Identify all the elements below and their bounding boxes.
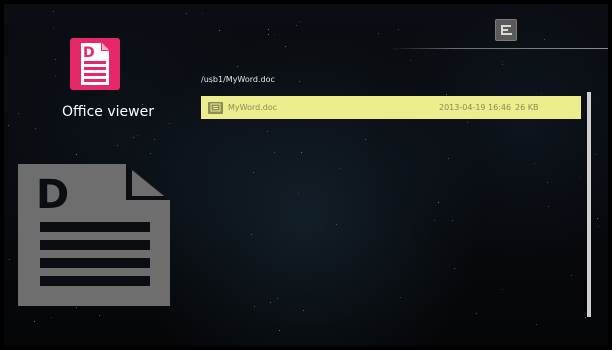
star — [133, 137, 134, 138]
star — [303, 310, 304, 311]
star — [267, 131, 268, 132]
star — [579, 177, 580, 178]
star — [336, 224, 337, 225]
star — [502, 61, 503, 62]
star — [467, 122, 468, 123]
star — [279, 330, 280, 331]
star — [548, 206, 549, 207]
file-name: MyWord.doc — [228, 103, 278, 112]
star — [502, 289, 503, 290]
screen: D Office viewer D /usb1/MyWord.doc MyWor… — [4, 4, 608, 346]
star — [340, 168, 341, 169]
document-icon: D — [81, 43, 109, 85]
star — [117, 145, 118, 146]
top-divider — [389, 48, 608, 49]
star — [268, 34, 269, 35]
star — [298, 193, 299, 194]
star — [446, 94, 447, 95]
star — [150, 153, 151, 154]
star — [534, 163, 535, 164]
star — [169, 123, 170, 124]
document-preview: D — [18, 164, 170, 306]
svg-text:D: D — [36, 172, 69, 218]
star — [9, 259, 10, 260]
star — [202, 13, 203, 14]
star — [274, 152, 275, 153]
app-title: Office viewer — [62, 104, 154, 120]
star — [296, 25, 297, 26]
current-path: /usb1/MyWord.doc — [201, 75, 275, 84]
star — [274, 34, 275, 35]
star — [410, 60, 411, 61]
star — [395, 49, 396, 50]
star — [253, 172, 254, 173]
svg-text:D: D — [83, 45, 95, 61]
star — [251, 234, 252, 235]
file-size: 26 KB — [515, 103, 539, 112]
star — [299, 81, 300, 82]
star — [76, 307, 77, 308]
star — [268, 29, 269, 30]
star — [137, 135, 138, 136]
star — [438, 202, 439, 203]
star — [544, 39, 545, 40]
file-row[interactable]: MyWord.doc 2013-04-19 16:46 26 KB — [201, 96, 581, 119]
star — [34, 321, 35, 322]
star — [277, 298, 278, 299]
star — [285, 46, 286, 47]
star — [53, 27, 54, 28]
menu-icon — [501, 25, 512, 35]
star — [598, 226, 599, 227]
star — [301, 152, 302, 153]
star — [378, 33, 379, 34]
star — [536, 324, 537, 325]
star — [53, 11, 54, 12]
star — [547, 182, 548, 183]
star — [300, 21, 301, 22]
star — [270, 302, 271, 303]
star — [448, 158, 449, 159]
star — [55, 75, 56, 76]
star — [237, 66, 238, 67]
star — [398, 29, 399, 30]
star — [154, 139, 155, 140]
star — [434, 220, 435, 221]
file-date: 2013-04-19 16:46 — [439, 103, 512, 112]
star — [55, 59, 56, 60]
star — [8, 125, 9, 126]
star — [452, 220, 453, 221]
document-preview-icon: D — [18, 164, 170, 306]
menu-button[interactable] — [495, 19, 517, 41]
star — [595, 154, 596, 155]
star — [186, 13, 187, 14]
app-icon: D — [70, 38, 120, 90]
star — [51, 317, 52, 318]
star — [585, 317, 586, 318]
star — [502, 64, 503, 65]
star — [35, 128, 36, 129]
star — [219, 30, 220, 31]
star — [541, 93, 542, 94]
star — [365, 139, 366, 140]
star — [99, 315, 100, 316]
star — [571, 275, 572, 276]
star — [454, 268, 455, 269]
star — [476, 313, 477, 314]
star — [18, 113, 19, 114]
star — [254, 306, 255, 307]
doc-file-icon — [208, 101, 223, 114]
star — [597, 218, 598, 219]
star — [400, 297, 401, 298]
scrollbar-thumb[interactable] — [587, 92, 591, 317]
star — [76, 154, 77, 155]
